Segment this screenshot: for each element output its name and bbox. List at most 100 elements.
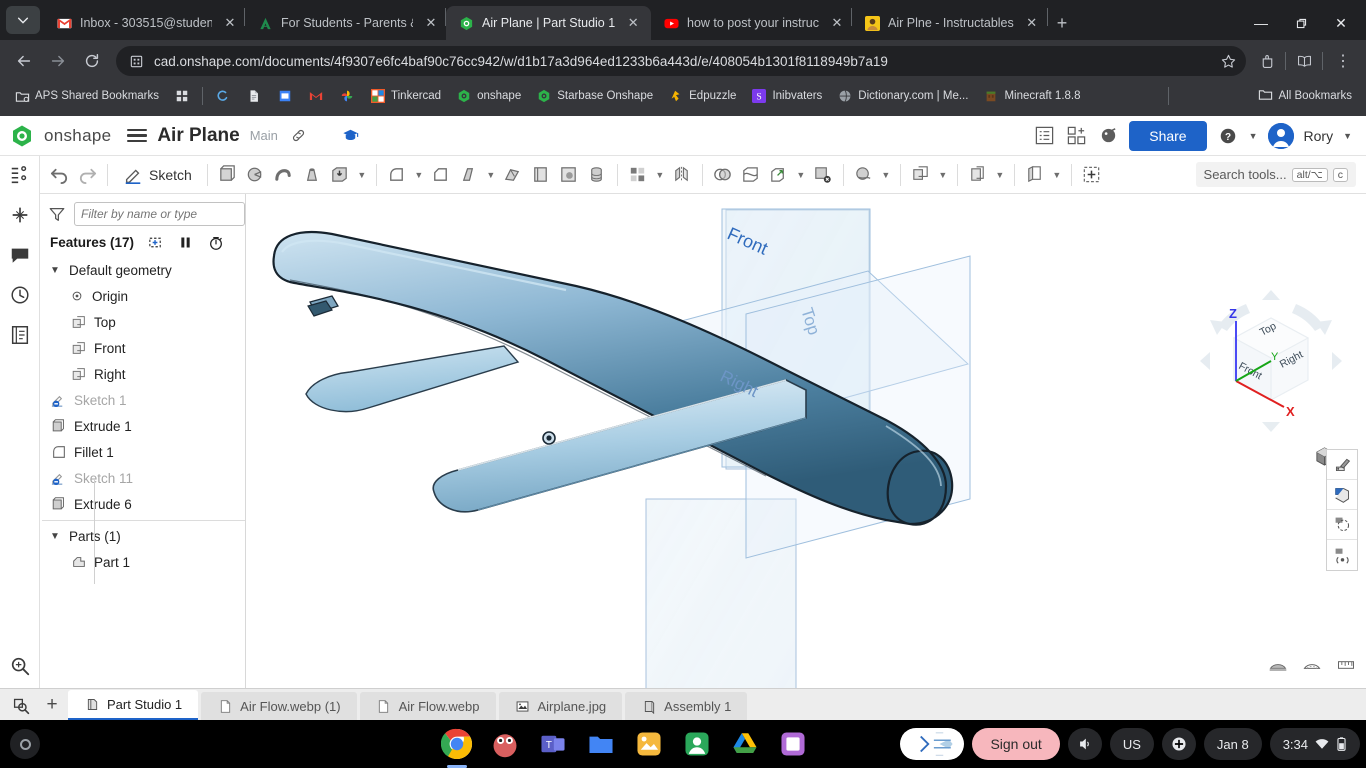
bookmark-inibvaters[interactable]: S Inibvaters: [745, 85, 828, 107]
search-tools-box[interactable]: Search tools... alt/⌥ c: [1195, 162, 1356, 187]
add-panel-icon[interactable]: [1065, 125, 1087, 147]
hidden-lines-view-icon[interactable]: [1302, 655, 1322, 680]
shelf-app-calendar[interactable]: [776, 727, 810, 761]
browser-tab-4[interactable]: Air Plne - Instructables ✕: [852, 6, 1047, 40]
element-tab-part-studio-1[interactable]: Part Studio 1: [68, 690, 199, 720]
rotate-view-button[interactable]: [1327, 510, 1357, 540]
bookmark-edpuzzle[interactable]: Edpuzzle: [662, 85, 742, 107]
fillet-tool-icon[interactable]: [384, 161, 410, 189]
graduation-cap-icon[interactable]: [340, 125, 362, 147]
shelf-app-files[interactable]: [584, 727, 618, 761]
shelf-app-teams[interactable]: T: [536, 727, 570, 761]
pause-icon[interactable]: [177, 234, 194, 251]
pattern-tool-icon[interactable]: [625, 161, 651, 189]
extensions-icon[interactable]: [1254, 48, 1280, 74]
boolean-tool-icon[interactable]: [710, 161, 736, 189]
chevron-down-icon[interactable]: ▼: [50, 531, 62, 542]
revolve-tool-icon[interactable]: [243, 161, 269, 189]
timer-icon[interactable]: [207, 234, 224, 251]
undo-button[interactable]: [46, 161, 72, 189]
bookmark-apps-grid[interactable]: [168, 85, 196, 107]
chevron-down-icon[interactable]: ▼: [879, 161, 893, 189]
document-title[interactable]: Air Plane: [157, 125, 239, 147]
chrome-menu-button[interactable]: ⋮: [1328, 46, 1358, 76]
shaded-view-icon[interactable]: [1268, 655, 1288, 680]
launcher-button[interactable]: [10, 729, 40, 759]
branch-label[interactable]: Main: [250, 128, 278, 143]
tree-item-top[interactable]: Top: [40, 309, 245, 335]
loft-tool-icon[interactable]: [299, 161, 325, 189]
tab-close-button[interactable]: ✕: [827, 13, 847, 33]
avatar[interactable]: [1267, 122, 1294, 149]
add-custom-feature-icon[interactable]: [1079, 161, 1105, 189]
keyboard-layout-button[interactable]: US: [1109, 728, 1154, 760]
tree-item-extrude-6[interactable]: Extrude 6: [40, 491, 245, 517]
tree-item-default-geometry[interactable]: ▼ Default geometry: [40, 257, 245, 283]
add-folder-icon[interactable]: [147, 234, 164, 251]
shell-tool-icon[interactable]: [500, 161, 526, 189]
browser-tab-2[interactable]: Air Plane | Part Studio 1 ✕: [446, 6, 651, 40]
new-tab-button[interactable]: +: [1048, 9, 1076, 37]
view-cube[interactable]: Top Front Right Z Y X: [1196, 286, 1346, 436]
chevron-down-icon[interactable]: ▼: [993, 161, 1007, 189]
shelf-app-gimp[interactable]: [488, 727, 522, 761]
tree-item-front[interactable]: Front: [40, 335, 245, 361]
thread-tool-icon[interactable]: [584, 161, 610, 189]
system-tray[interactable]: 3:34: [1269, 728, 1360, 760]
variable-tool-icon[interactable]: [965, 161, 991, 189]
delete-part-tool-icon[interactable]: [810, 161, 836, 189]
draft-tool-icon[interactable]: [456, 161, 482, 189]
explode-view-button[interactable]: [1327, 540, 1357, 570]
main-menu-button[interactable]: [127, 128, 148, 143]
chevron-down-icon[interactable]: ▼: [50, 265, 62, 276]
rib-tool-icon[interactable]: [528, 161, 554, 189]
shelf-app-photos[interactable]: [632, 727, 666, 761]
link-icon[interactable]: [288, 125, 310, 147]
date-display[interactable]: Jan 8: [1203, 728, 1262, 760]
chevron-down-icon[interactable]: ▼: [653, 161, 667, 189]
element-tab-assembly-1[interactable]: Assembly 1: [625, 692, 748, 720]
close-window-button[interactable]: ✕: [1322, 8, 1360, 38]
reading-list-icon[interactable]: [1291, 48, 1317, 74]
tree-item-fillet-1[interactable]: Fillet 1: [40, 439, 245, 465]
redo-button[interactable]: [74, 161, 100, 189]
user-name-label[interactable]: Rory: [1304, 128, 1334, 144]
chevron-down-icon[interactable]: ▼: [412, 161, 426, 189]
shelf-app-chrome[interactable]: [440, 727, 474, 761]
tab-close-button[interactable]: ✕: [1022, 13, 1042, 33]
tree-item-sketch-1[interactable]: Sketch 1: [40, 387, 245, 413]
3d-viewport[interactable]: Front Top Right Top Front Right Z Y X: [246, 194, 1366, 688]
accessibility-button[interactable]: [1161, 728, 1196, 760]
forward-button[interactable]: [42, 45, 74, 77]
history-icon[interactable]: [7, 282, 33, 308]
bookmark-onshape[interactable]: onshape: [450, 85, 527, 107]
bookmark-aps-shared[interactable]: APS Shared Bookmarks: [8, 85, 165, 107]
mirror-tool-icon[interactable]: [669, 161, 695, 189]
minimize-button[interactable]: —: [1242, 8, 1280, 38]
learning-center-icon[interactable]: [1097, 125, 1119, 147]
bookmark-starbase-onshape[interactable]: Starbase Onshape: [530, 85, 659, 107]
sketch-button[interactable]: Sketch: [115, 165, 200, 185]
bookmark-minecraft[interactable]: Minecraft 1.8.8: [977, 85, 1086, 107]
surface-tool-icon[interactable]: [851, 161, 877, 189]
volume-button[interactable]: [1067, 728, 1102, 760]
feature-list-panel-icon[interactable]: [7, 162, 33, 188]
tab-close-button[interactable]: ✕: [220, 13, 240, 33]
browser-tab-3[interactable]: how to post your instructable ✕: [651, 6, 851, 40]
chevron-down-icon[interactable]: ▼: [936, 161, 950, 189]
add-element-button[interactable]: +: [39, 690, 65, 720]
chamfer-tool-icon[interactable]: [428, 161, 454, 189]
insert-panel-icon[interactable]: [7, 202, 33, 228]
element-tab-airplane-jpg[interactable]: Airplane.jpg: [498, 692, 623, 720]
zoom-search-icon[interactable]: [9, 655, 31, 682]
onshape-logo-icon[interactable]: [10, 124, 34, 148]
classroom-screen-thumbnail[interactable]: [900, 728, 965, 760]
bookmark-swirl[interactable]: [209, 85, 237, 107]
thicken-tool-icon[interactable]: [327, 161, 353, 189]
notes-panel-icon[interactable]: [7, 322, 33, 348]
split-tool-icon[interactable]: [738, 161, 764, 189]
tab-close-button[interactable]: ✕: [421, 13, 441, 33]
back-button[interactable]: [8, 45, 40, 77]
bookmark-dictionary[interactable]: Dictionary.com | Me...: [831, 85, 974, 107]
reload-button[interactable]: [76, 45, 108, 77]
